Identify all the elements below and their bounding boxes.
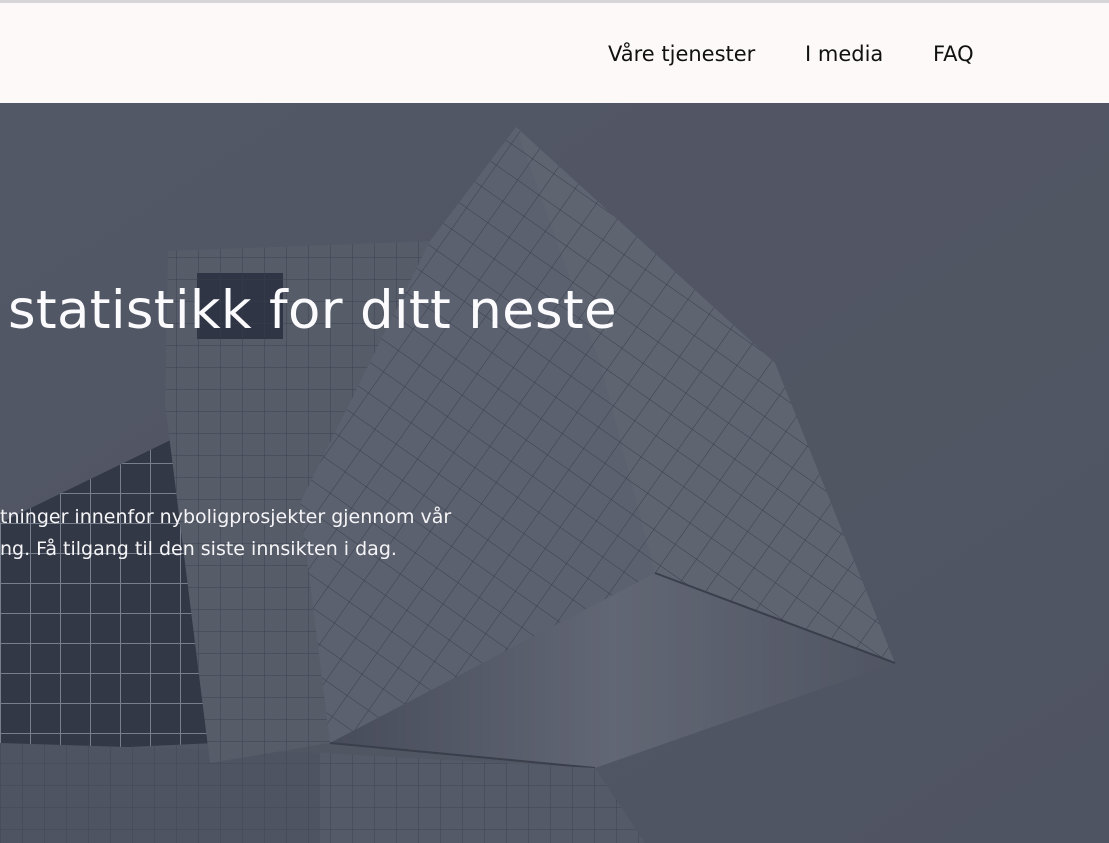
hero-headline: statistikk for ditt neste (8, 280, 617, 341)
hero-background-image (0, 103, 1109, 843)
nav-link-faq[interactable]: FAQ (933, 42, 974, 66)
hero-description: tninger innenfor nyboligprosjekter gjenn… (0, 501, 520, 565)
nav-link-vare-tjenester[interactable]: Våre tjenester (608, 42, 755, 66)
nav-link-i-media[interactable]: I media (805, 42, 883, 66)
hero-description-line-1: tninger innenfor nyboligprosjekter gjenn… (0, 506, 452, 528)
hero-section: statistikk for ditt neste tninger innenf… (0, 103, 1109, 843)
site-header: Våre tjenester I media FAQ (0, 3, 1109, 103)
hero-description-line-2: ng. Få tilgang til den siste innsikten i… (0, 538, 397, 560)
